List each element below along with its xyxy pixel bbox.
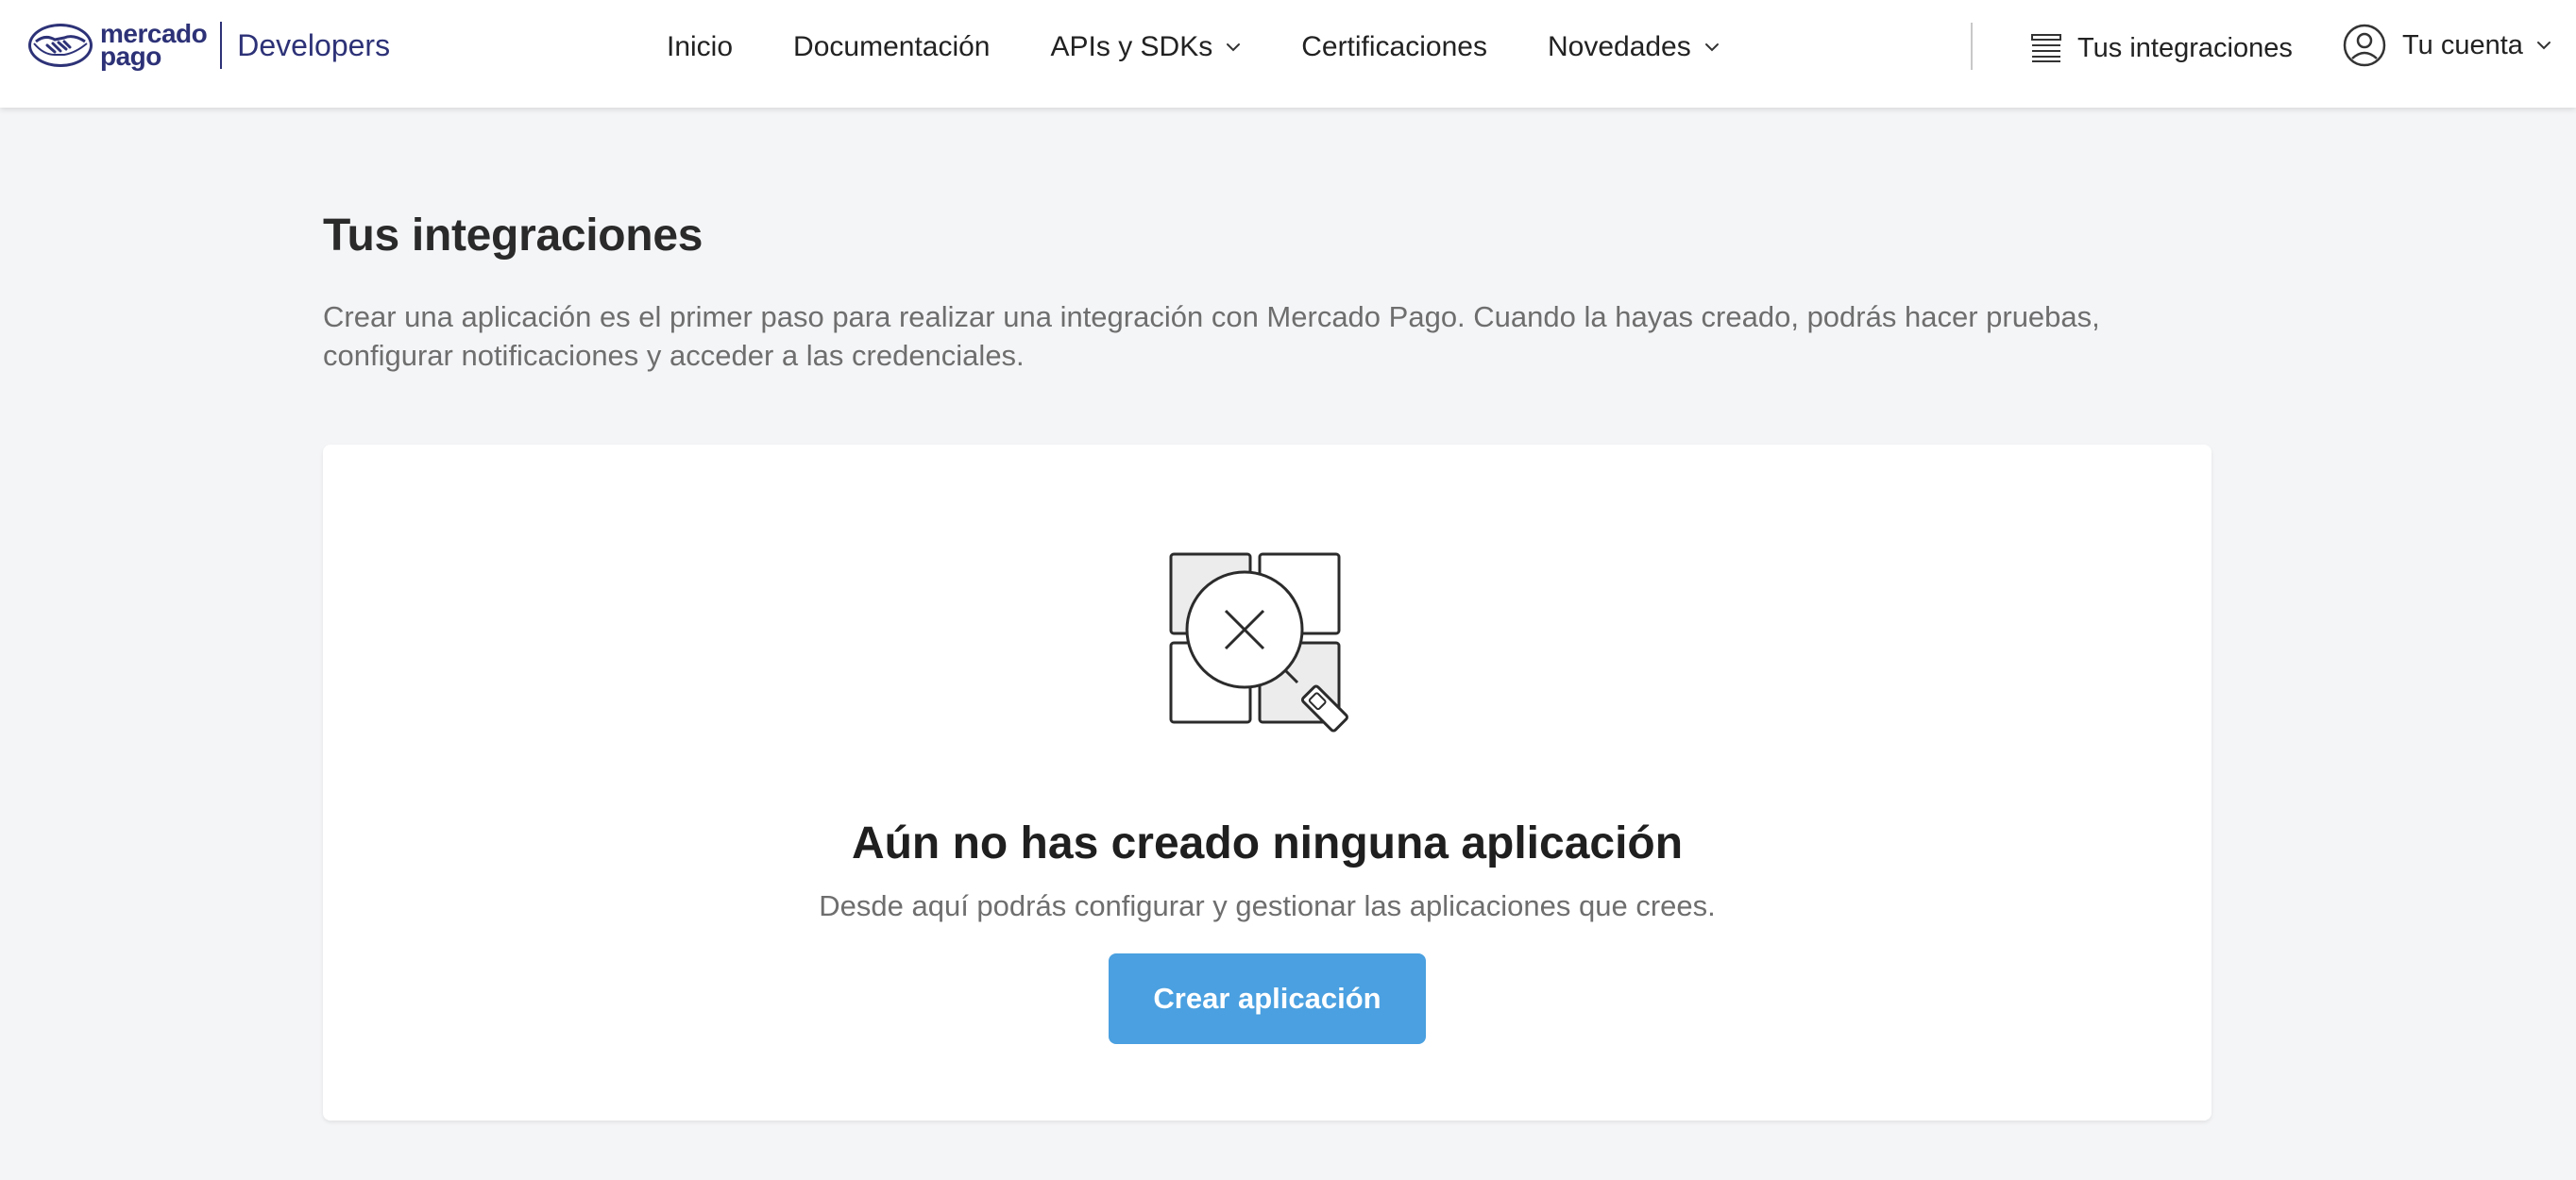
nav-item-label: Documentación	[793, 31, 991, 62]
brand-section-label: Developers	[237, 27, 391, 62]
nav-item-novedades[interactable]: Novedades	[1548, 31, 1720, 63]
account-label: Tu cuenta	[2402, 29, 2523, 60]
brand-divider	[220, 22, 223, 69]
chevron-down-icon	[1704, 43, 1719, 52]
create-application-button[interactable]: Crear aplicación	[1109, 953, 1426, 1044]
logo-wordmark: mercado pago	[100, 20, 208, 71]
nav-item-label: APIs y SDKs	[1050, 31, 1213, 62]
empty-state-subtitle: Desde aquí podrás configurar y gestionar…	[819, 889, 1716, 922]
nav-item-documentacion[interactable]: Documentación	[793, 31, 990, 63]
list-icon	[2031, 34, 2061, 62]
handshake-icon	[28, 24, 93, 67]
user-circle-icon	[2343, 24, 2386, 67]
nav-item-label: Inicio	[667, 31, 734, 62]
account-menu[interactable]: Tu cuenta	[2342, 21, 2551, 70]
logo-line-2: pago	[100, 42, 161, 71]
page-description: Crear una aplicación es el primer paso p…	[323, 300, 2100, 372]
main-content: Tus integraciones Crear una aplicación e…	[323, 210, 2212, 375]
main-nav: Inicio Documentación APIs y SDKs Certifi…	[667, 0, 1720, 94]
empty-state-title: Aún no has creado ninguna aplicación	[851, 818, 1684, 868]
chevron-down-icon	[1227, 43, 1241, 52]
tus-integraciones-label: Tus integraciones	[2077, 32, 2293, 63]
chevron-down-icon	[2536, 42, 2551, 50]
empty-state-card: Aún no has creado ninguna aplicación Des…	[323, 445, 2212, 1121]
nav-item-inicio[interactable]: Inicio	[667, 31, 733, 63]
top-header: mercado pago Developers Inicio Documenta…	[0, 0, 2576, 108]
page-title: Tus integraciones	[323, 211, 703, 261]
nav-item-label: Novedades	[1547, 31, 1691, 62]
brand-logo[interactable]: mercado pago Developers	[26, 17, 390, 74]
tus-integraciones-link[interactable]: Tus integraciones	[2030, 26, 2293, 70]
nav-item-certificaciones[interactable]: Certificaciones	[1301, 31, 1487, 63]
nav-item-label: Certificaciones	[1301, 31, 1487, 62]
search-not-found-icon	[1169, 552, 1348, 733]
nav-item-apis-sdks[interactable]: APIs y SDKs	[1051, 31, 1242, 63]
page: mercado pago Developers Inicio Documenta…	[0, 0, 2576, 1180]
header-divider	[1971, 23, 1973, 70]
